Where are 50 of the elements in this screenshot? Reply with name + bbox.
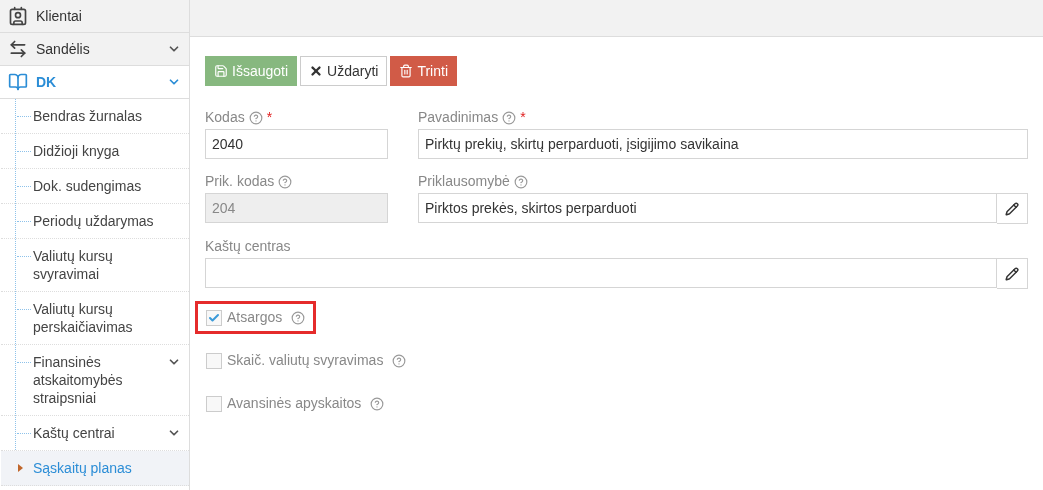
help-icon[interactable] (502, 110, 517, 125)
delete-button[interactable]: Trinti (390, 56, 457, 86)
sidebar-item[interactable]: Klientai (0, 0, 189, 33)
checkbox[interactable] (206, 309, 222, 326)
edit-button[interactable] (997, 258, 1028, 289)
field-label: Prik. kodas (205, 172, 275, 191)
submenu-item[interactable]: Valiutų kursų perskaičiavimas (1, 292, 189, 345)
help-icon[interactable] (370, 396, 385, 411)
submenu-item[interactable]: Bendras žurnalas (1, 99, 189, 134)
submenu-item[interactable]: Periodų uždarymas (1, 204, 189, 239)
tree-line (17, 116, 31, 117)
tree-line (17, 256, 31, 257)
contact-card-icon (8, 6, 28, 26)
input-field[interactable]: Pirktos prekės, skirtos perparduoti (418, 193, 997, 223)
book-icon (8, 72, 28, 92)
help-icon[interactable] (392, 353, 407, 368)
checkbox[interactable] (206, 352, 222, 369)
field-label: Pavadinimas (418, 108, 499, 127)
pencil-icon (1005, 201, 1019, 216)
submenu-item[interactable]: Didžioji knyga (1, 134, 189, 169)
trash-icon (399, 64, 414, 78)
input-field[interactable]: Pirktų prekių, skirtų perparduoti, įsigijimo savikaina (418, 129, 1028, 159)
field-label: Kodas (205, 108, 245, 127)
checkbox-label: Atsargos (227, 308, 283, 327)
help-icon[interactable] (291, 310, 306, 325)
save-icon (214, 64, 228, 78)
sidebar-item[interactable]: Sandėlis (0, 33, 189, 66)
caret-icon (18, 464, 23, 472)
help-icon[interactable] (248, 110, 263, 125)
required-mark: * (266, 108, 273, 127)
checkbox-label: Avansinės apyskaitos (227, 394, 362, 413)
tree-line (17, 186, 31, 187)
close-button[interactable]: Uždaryti (300, 56, 388, 86)
edit-button[interactable] (997, 193, 1028, 224)
required-mark: * (520, 108, 526, 127)
pencil-icon (1005, 266, 1019, 281)
checkbox-label: Skaič. valiutų svyravimas (227, 351, 384, 370)
input-field[interactable]: 2040 (205, 129, 388, 159)
input-field[interactable] (205, 258, 997, 288)
help-icon[interactable] (513, 174, 528, 189)
submenu-item[interactable]: Valiutų kursų svyravimai (1, 239, 189, 292)
arrows-icon (8, 39, 28, 59)
close-icon (309, 64, 324, 78)
submenu-item[interactable]: Finansinės atskaitomybės straipsniai (1, 345, 189, 416)
submenu-item[interactable]: Dok. sudengimas (1, 169, 189, 204)
check-icon (208, 311, 220, 324)
field-label: Kaštų centras (205, 237, 291, 256)
checkbox[interactable] (206, 395, 222, 412)
tree-line (17, 362, 31, 363)
field-label: Priklausomybė (418, 172, 510, 191)
